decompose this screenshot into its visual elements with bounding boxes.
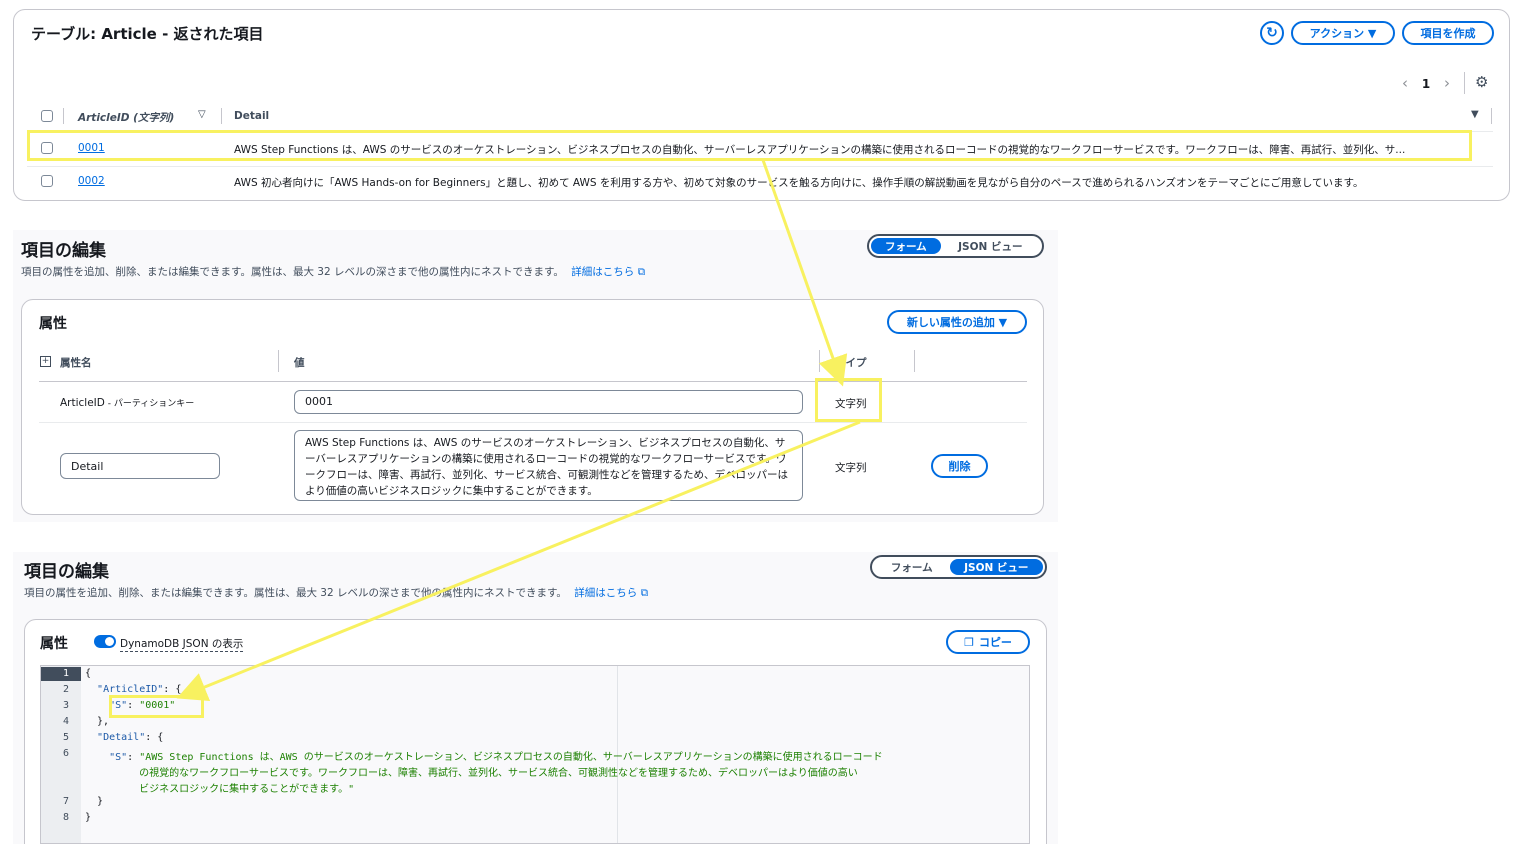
line-number: 3 (62, 700, 69, 711)
table-panel: テーブル: Article - 返された項目 ↻ アクション ▼ 項目を作成 ‹… (13, 9, 1510, 201)
value-textarea-detail[interactable]: AWS Step Functions は、AWS のサービスのオーケストレーショ… (294, 430, 803, 501)
attribute-type: 文字列 (835, 462, 867, 474)
divider (1491, 108, 1492, 124)
page-title: 項目の編集 (21, 241, 106, 261)
highlight-table-row (27, 130, 1472, 161)
chevron-right-icon[interactable]: › (1444, 74, 1450, 92)
pagination: ‹ 1 › (1402, 74, 1450, 92)
actions-button[interactable]: アクション ▼ (1291, 21, 1395, 45)
section-description: 項目の属性を追加、削除、または編集できます。属性は、最大 32 レベルの深さまで… (21, 266, 646, 278)
code-line: }, (85, 716, 110, 727)
copy-button[interactable]: ❐ コピー (946, 630, 1030, 654)
divider (1464, 72, 1465, 94)
view-mode-toggle: フォーム JSON ビュー (870, 555, 1047, 579)
line-number: 2 (62, 684, 69, 695)
attribute-name-articleid: ArticleID - パーティションキー (60, 397, 195, 409)
code-line: "S": "AWS Step Functions は、AWS のサービスのオーケ… (109, 752, 883, 763)
learn-more-link[interactable]: 詳細はこちら (574, 587, 637, 599)
attributes-card: 属性 新しい属性の追加 ▼ + 属性名 値 タイプ ArticleID - パー… (21, 299, 1044, 515)
table-title: テーブル: Article - 返された項目 (31, 25, 264, 43)
divider (221, 108, 222, 124)
refresh-icon[interactable]: ↻ (1260, 21, 1284, 45)
json-editor[interactable]: 12345678 { "ArticleID": { "S": "0001" },… (40, 665, 1030, 844)
chevron-left-icon[interactable]: ‹ (1402, 74, 1408, 92)
page-title: 項目の編集 (24, 562, 109, 582)
row-detail-text: AWS 初心者向けに「AWS Hands-on for Beginners」と題… (234, 177, 1364, 189)
line-number: 6 (62, 748, 69, 759)
code-line: "Detail": { (97, 732, 164, 743)
divider (278, 350, 279, 372)
value-input-articleid[interactable]: 0001 (294, 390, 803, 414)
row-separator (27, 166, 1493, 167)
column-header-articleid[interactable]: ArticleID (文字列) (78, 110, 174, 125)
code-line: ビジネスロジックに集中することができます。" (85, 784, 355, 795)
tab-form[interactable]: フォーム (871, 238, 941, 254)
external-link-icon: ⧉ (637, 266, 646, 278)
attributes-title: 属性 (40, 636, 68, 652)
column-header-name: 属性名 (60, 357, 92, 369)
dynamodb-json-toggle[interactable] (94, 635, 116, 648)
code-line: の視覚的なワークフローサービスです。ワークフローは、障害、再試行、並列化、サービ… (85, 768, 858, 779)
tab-json-view[interactable]: JSON ビュー (949, 559, 1043, 575)
create-item-button[interactable]: 項目を作成 (1402, 21, 1494, 45)
code-line: } (85, 812, 92, 823)
line-number: 5 (62, 732, 69, 743)
divider (819, 350, 820, 372)
code-line: "ArticleID": { (97, 684, 182, 695)
tab-json-view[interactable]: JSON ビュー (941, 238, 1040, 254)
copy-icon: ❐ (964, 635, 974, 649)
highlight-json-value (109, 695, 204, 718)
attributes-title: 属性 (39, 316, 67, 332)
settings-gear-icon[interactable]: ⚙ (1475, 73, 1488, 91)
tab-form[interactable]: フォーム (874, 559, 950, 575)
toggle-label: DynamoDB JSON の表示 (120, 638, 244, 652)
add-attribute-button[interactable]: 新しい属性の追加 ▼ (887, 310, 1027, 334)
line-number: 1 (62, 668, 69, 679)
select-all-checkbox[interactable] (41, 110, 53, 122)
code-line: } (85, 796, 104, 807)
learn-more-link[interactable]: 詳細はこちら (571, 266, 634, 278)
column-header-type: タイプ (835, 357, 867, 369)
column-header-value: 値 (294, 357, 305, 369)
page-number[interactable]: 1 (1422, 77, 1430, 91)
attribute-name-input-detail[interactable]: Detail (60, 453, 220, 479)
row-separator (39, 422, 1027, 423)
delete-button[interactable]: 削除 (931, 454, 988, 478)
item-link-0002[interactable]: 0002 (78, 175, 105, 187)
row-checkbox[interactable] (41, 175, 53, 187)
line-number: 4 (62, 716, 69, 727)
line-number: 7 (62, 796, 69, 807)
divider (914, 350, 915, 372)
view-mode-toggle: フォーム JSON ビュー (867, 234, 1044, 258)
sort-icon[interactable]: ▼ (1471, 109, 1479, 120)
column-header-detail[interactable]: Detail (234, 110, 269, 122)
highlight-type-cell (815, 378, 882, 422)
sort-icon[interactable]: ▽ (198, 109, 206, 120)
expand-all-icon[interactable]: + (40, 356, 51, 367)
code-line: { (85, 668, 92, 679)
divider (63, 108, 64, 124)
external-link-icon: ⧉ (640, 587, 649, 599)
line-number: 8 (62, 812, 69, 823)
section-description: 項目の属性を追加、削除、または編集できます。属性は、最大 32 レベルの深さまで… (24, 587, 649, 599)
